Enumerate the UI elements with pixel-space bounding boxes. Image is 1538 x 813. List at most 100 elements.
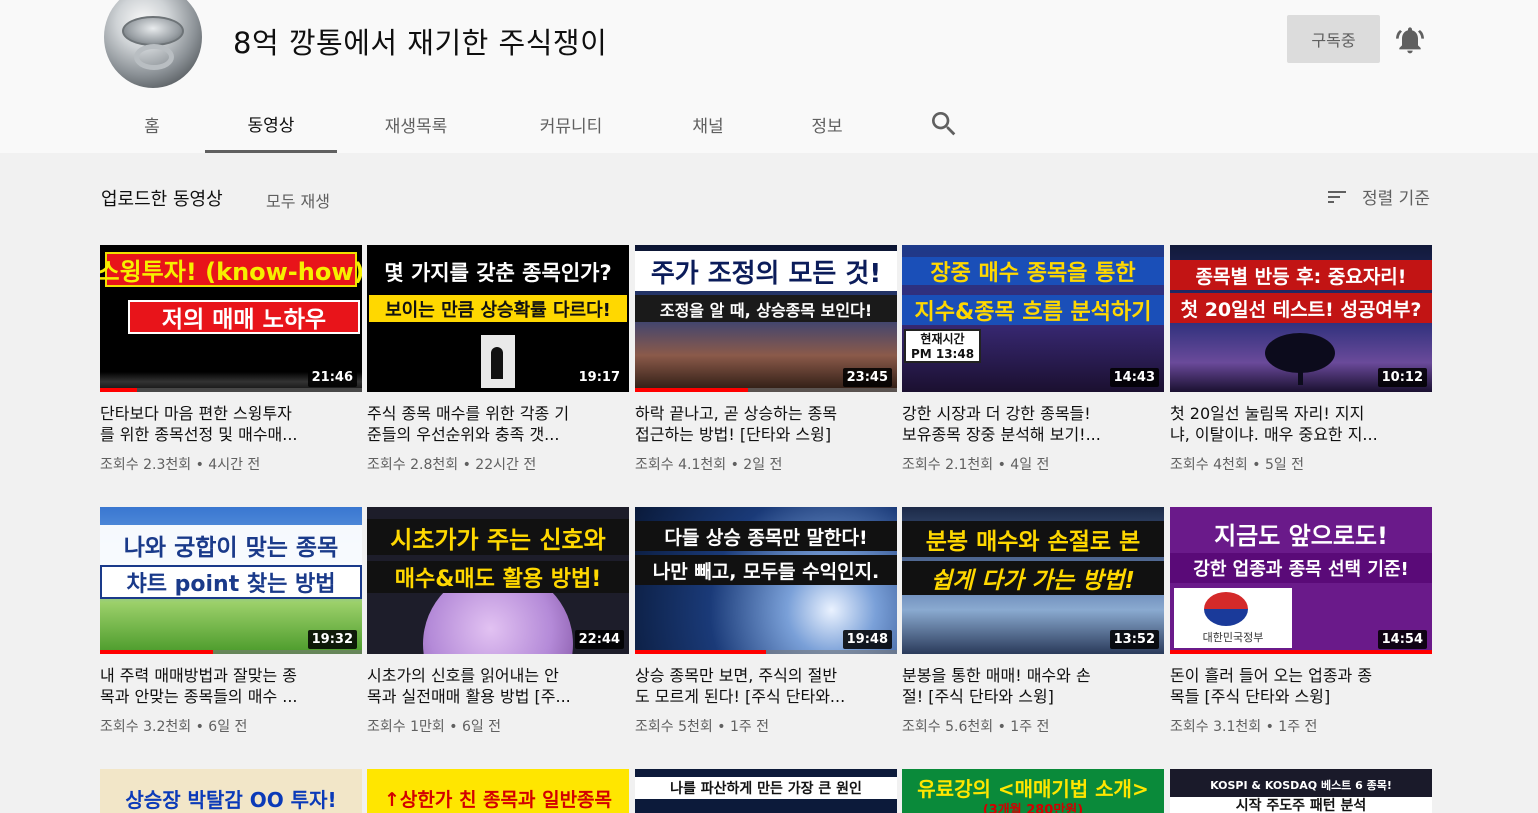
thumbnail-text: 몇 가지를 갖춘 종목인가? [367, 255, 629, 289]
video-card[interactable]: 나를 파산하게 만든 가장 큰 원인 [635, 769, 897, 813]
thumbnail-text: PM 13:48 [910, 346, 975, 361]
video-card[interactable]: ↑상한가 친 종목과 일반종목 [367, 769, 629, 813]
video-meta: 조회수 2.8천회 • 22시간 전 [367, 457, 537, 473]
video-title[interactable]: 분봉을 통한 매매! 매수와 손 절! [주식 단타와 스윙] [902, 665, 1164, 707]
video-duration: 19:17 [574, 368, 624, 387]
video-card[interactable]: 주가 조정의 모든 것! 조정을 알 때, 상승종목 보인다! 23:45 하락… [635, 245, 897, 474]
thumbnail-text: 챠트 point 찾는 방법 [100, 565, 362, 599]
video-meta: 조회수 4.1천회 • 2일 전 [635, 457, 783, 473]
thumbnail-text: 저의 매매 노하우 [128, 300, 360, 334]
video-thumbnail[interactable]: KOSPI & KOSDAQ 베스트 6 종목! 시작 주도주 패턴 분석 [1170, 769, 1432, 813]
video-title[interactable]: 내 주력 매매방법과 잘맞는 종 목과 안맞는 종목들의 매수 ... [100, 665, 362, 707]
thumbnail-text: ↑상한가 친 종목과 일반종목 [383, 788, 613, 811]
watch-progress [1170, 650, 1432, 654]
video-thumbnail[interactable]: 시초가가 주는 신호와 매수&매도 활용 방법! 22:44 [367, 507, 629, 654]
channel-avatar[interactable] [104, 0, 202, 88]
tab-community[interactable]: 커뮤니티 [519, 96, 623, 153]
video-thumbnail[interactable]: 장중 매수 종목을 통한 지수&종목 흐름 분석하기 현재시간 PM 13:48… [902, 245, 1164, 392]
thumbnail-text: (3개월 280만원) [982, 802, 1084, 813]
video-duration: 21:46 [307, 368, 357, 387]
watch-progress [635, 650, 766, 654]
video-thumbnail[interactable]: 주가 조정의 모든 것! 조정을 알 때, 상승종목 보인다! 23:45 [635, 245, 897, 392]
video-meta: 조회수 2.1천회 • 4일 전 [902, 457, 1050, 473]
video-card[interactable]: 지금도 앞으로도! 강한 업종과 종목 선택 기준! 대한민국정부 14:54 … [1170, 507, 1432, 736]
tab-playlists[interactable]: 재생목록 [364, 96, 468, 153]
video-thumbnail[interactable]: 유료강의 <매매기법 소개> (3개월 280만원) [902, 769, 1164, 813]
video-card[interactable]: 스윙투자! (know-how) 저의 매매 노하우 21:46 단타보다 마음… [100, 245, 362, 474]
video-duration: 19:48 [842, 630, 892, 649]
sort-icon [1328, 190, 1346, 203]
video-meta: 조회수 5.6천회 • 1주 전 [902, 719, 1050, 735]
video-title[interactable]: 하락 끝나고, 곧 상승하는 종목 접근하는 방법! [단타와 스윙] [635, 403, 897, 445]
tab-about[interactable]: 정보 [792, 96, 862, 153]
video-thumbnail[interactable]: 나와 궁합이 맞는 종목 챠트 point 찾는 방법 19:32 [100, 507, 362, 654]
thumbnail-text: 나만 빼고, 모두들 수익인지. [635, 555, 897, 585]
video-card[interactable]: 유료강의 <매매기법 소개> (3개월 280만원) [902, 769, 1164, 813]
video-card[interactable]: 시초가가 주는 신호와 매수&매도 활용 방법! 22:44 시초가의 신호를 … [367, 507, 629, 736]
subscribe-button[interactable]: 구독중 [1287, 15, 1380, 63]
video-thumbnail[interactable]: 분봉 매수와 손절로 본 쉽게 다가 가는 방법! 13:52 [902, 507, 1164, 654]
thumbnail-text: 나를 파산하게 만든 가장 큰 원인 [635, 777, 897, 799]
video-title[interactable]: 돈이 흘러 들어 오는 업종과 종 목들 [주식 단타와 스윙] [1170, 665, 1432, 707]
video-card[interactable]: 분봉 매수와 손절로 본 쉽게 다가 가는 방법! 13:52 분봉을 통한 매… [902, 507, 1164, 736]
video-thumbnail[interactable]: 몇 가지를 갖춘 종목인가? 보이는 만큼 상승확률 다르다! 19:17 [367, 245, 629, 392]
video-card[interactable]: 다들 상승 종목만 말한다! 나만 빼고, 모두들 수익인지. 19:48 상승… [635, 507, 897, 736]
tab-channels[interactable]: 채널 [672, 96, 744, 153]
watch-progress [635, 388, 748, 392]
video-duration: 14:54 [1377, 630, 1427, 649]
video-card[interactable]: 상승장 박탈감 OO 투자! [100, 769, 362, 813]
sort-button[interactable]: 정렬 기준 [1324, 184, 1430, 209]
thumbnail-text: 주가 조정의 모든 것! [635, 251, 897, 291]
search-icon[interactable] [928, 108, 960, 140]
channel-header: 8억 깡통에서 재기한 주식쟁이 구독중 홈 동영상 재생목록 커뮤니티 채널 … [0, 0, 1538, 153]
video-card[interactable]: 몇 가지를 갖춘 종목인가? 보이는 만큼 상승확률 다르다! 19:17 주식… [367, 245, 629, 474]
video-thumbnail[interactable]: ↑상한가 친 종목과 일반종목 [367, 769, 629, 813]
video-duration: 22:44 [574, 630, 624, 649]
thumbnail-text: 분봉 매수와 손절로 본 [902, 521, 1164, 557]
video-thumbnail[interactable]: 다들 상승 종목만 말한다! 나만 빼고, 모두들 수익인지. 19:48 [635, 507, 897, 654]
thumbnail-text: 지금도 앞으로도! [1214, 521, 1388, 550]
channel-name: 8억 깡통에서 재기한 주식쟁이 [233, 26, 608, 60]
video-thumbnail[interactable]: 종목별 반등 후: 중요자리! 첫 20일선 테스트! 성공여부? 10:12 [1170, 245, 1432, 392]
thumbnail-text: 장중 매수 종목을 통한 [902, 257, 1164, 286]
video-duration: 23:45 [842, 368, 892, 387]
video-card[interactable]: KOSPI & KOSDAQ 베스트 6 종목! 시작 주도주 패턴 분석 [1170, 769, 1432, 813]
video-thumbnail[interactable]: 나를 파산하게 만든 가장 큰 원인 [635, 769, 897, 813]
video-thumbnail[interactable]: 스윙투자! (know-how) 저의 매매 노하우 21:46 [100, 245, 362, 392]
thumbnail-text: 종목별 반등 후: 중요자리! [1170, 260, 1432, 290]
thumbnail-text: 강한 업종과 종목 선택 기준! [1170, 553, 1432, 583]
thumbnail-text: 지수&종목 흐름 분석하기 [902, 295, 1164, 325]
watch-progress [100, 388, 137, 392]
thumbnail-text: 매수&매도 활용 방법! [367, 561, 629, 593]
video-card[interactable]: 나와 궁합이 맞는 종목 챠트 point 찾는 방법 19:32 내 주력 매… [100, 507, 362, 736]
video-thumbnail[interactable]: 지금도 앞으로도! 강한 업종과 종목 선택 기준! 대한민국정부 14:54 [1170, 507, 1432, 654]
thumbnail-text: 첫 20일선 테스트! 성공여부? [1170, 293, 1432, 323]
play-all-button[interactable]: 모두 재생 [266, 188, 330, 212]
thumbnail-text: 유료강의 <매매기법 소개> [917, 776, 1149, 801]
section-title: 업로드한 동영상 [101, 189, 223, 210]
bell-icon[interactable] [1394, 24, 1426, 56]
video-card[interactable]: 장중 매수 종목을 통한 지수&종목 흐름 분석하기 현재시간 PM 13:48… [902, 245, 1164, 474]
video-thumbnail[interactable]: 상승장 박탈감 OO 투자! [100, 769, 362, 813]
thumbnail-text: 시초가가 주는 신호와 [367, 519, 629, 555]
tab-home[interactable]: 홈 [102, 96, 202, 153]
video-title[interactable]: 시초가의 신호를 읽어내는 안 목과 실전매매 활용 방법 [주... [367, 665, 629, 707]
tab-videos[interactable]: 동영상 [205, 96, 337, 153]
video-duration: 14:43 [1109, 368, 1159, 387]
video-card[interactable]: 종목별 반등 후: 중요자리! 첫 20일선 테스트! 성공여부? 10:12 … [1170, 245, 1432, 474]
thumbnail-text: 다들 상승 종목만 말한다! [635, 521, 897, 551]
thumbnail-text: 대한민국정부 [1202, 631, 1264, 644]
video-title[interactable]: 첫 20일선 눌림목 자리! 지지 냐, 이탈이냐. 매우 중요한 지... [1170, 403, 1432, 445]
video-title[interactable]: 강한 시장과 더 강한 종목들! 보유종목 장중 분석해 보기!... [902, 403, 1164, 445]
video-duration: 13:52 [1109, 630, 1159, 649]
video-title[interactable]: 단타보다 마음 편한 스윙투자 를 위한 종목선정 및 매수매... [100, 403, 362, 445]
video-title[interactable]: 상승 종목만 보면, 주식의 절반 도 모르게 된다! [주식 단타와... [635, 665, 897, 707]
thumbnail-text: 보이는 만큼 상승확률 다르다! [367, 293, 629, 324]
thumbnail-text: 현재시간 [920, 332, 965, 346]
thumbnail-text: 쉽게 다가 가는 방법! [902, 561, 1164, 595]
video-meta: 조회수 4천회 • 5일 전 [1170, 457, 1305, 473]
video-title[interactable]: 주식 종목 매수를 위한 각종 기 준들의 우선순위와 충족 갯... [367, 403, 629, 445]
thumbnail-text: 시작 주도주 패턴 분석 [1170, 797, 1432, 813]
thumbnail-text: KOSPI & KOSDAQ 베스트 6 종목! [1210, 779, 1392, 792]
thumbnail-text: 조정을 알 때, 상승종목 보인다! [635, 295, 897, 322]
